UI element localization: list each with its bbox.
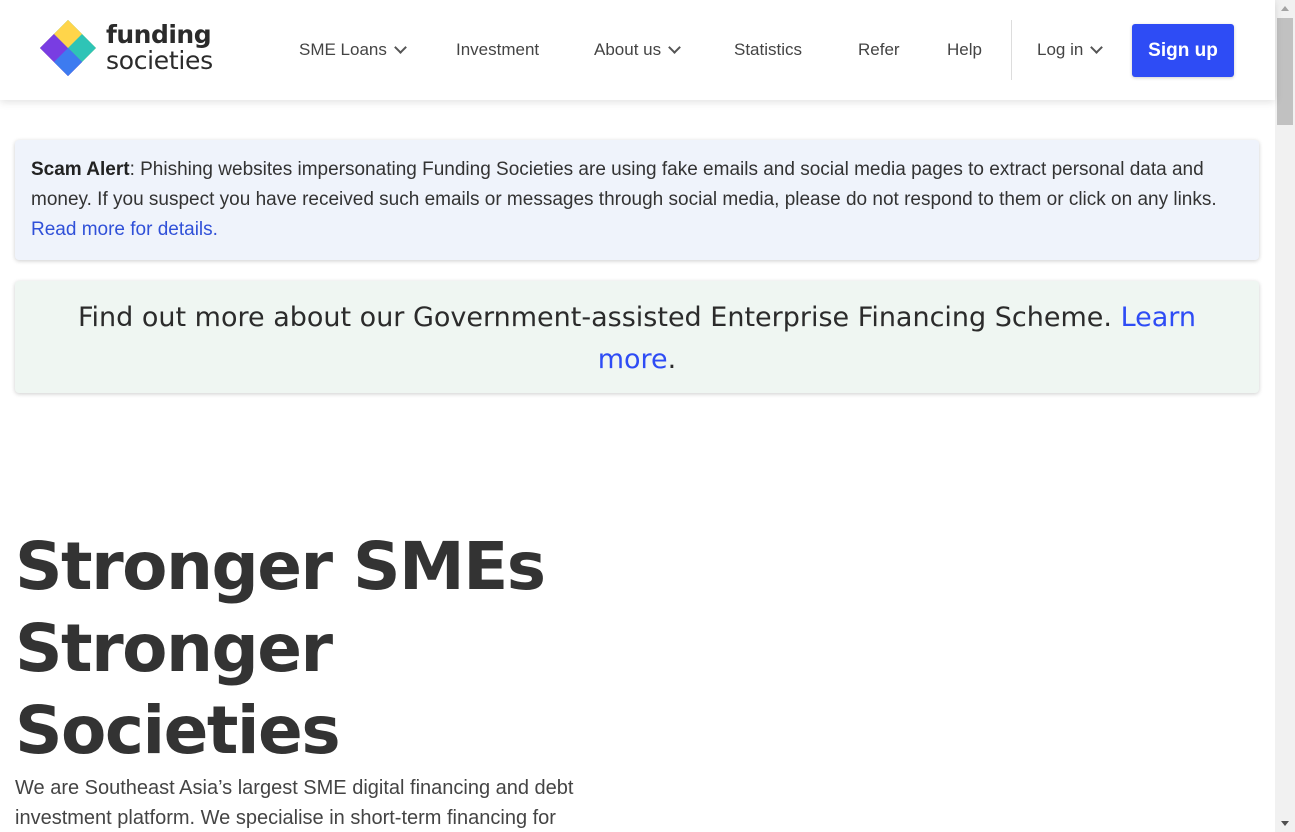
logo-word-societies: societies [106, 46, 213, 75]
login-label: Log in [1037, 40, 1084, 59]
scam-alert-title: Scam Alert [31, 159, 130, 180]
nav-help-label: Help [947, 40, 982, 59]
hero-title-line-2: Stronger [15, 610, 333, 687]
government-scheme-banner: Find out more about our Government-assis… [15, 281, 1259, 393]
nav-help[interactable]: Help [947, 38, 982, 62]
site-header: funding societies SME Loans Investment A… [0, 0, 1275, 100]
hero-title-line-1: Stronger SMEs [15, 528, 546, 605]
hero-title-line-3: Societies [15, 692, 341, 769]
gov-banner-suffix: . [667, 344, 677, 375]
scroll-down-arrow-icon[interactable] [1281, 821, 1289, 826]
logo-wordmark: funding societies [106, 22, 213, 74]
page-scrollbar[interactable] [1275, 0, 1295, 832]
hero-description: We are Southeast Asia’s largest SME digi… [15, 777, 574, 829]
chevron-down-icon [394, 41, 407, 54]
nav-statistics[interactable]: Statistics [734, 38, 802, 62]
nav-about-us-label: About us [594, 40, 662, 59]
nav-sme-loans[interactable]: SME Loans [299, 38, 407, 62]
scam-alert-body: : Phishing websites impersonating Fundin… [31, 159, 1217, 210]
nav-investment[interactable]: Investment [456, 38, 539, 62]
nav-divider [1011, 20, 1012, 80]
nav-sme-loans-label: SME Loans [299, 40, 387, 59]
scrollbar-thumb[interactable] [1277, 18, 1293, 125]
nav-refer[interactable]: Refer [858, 38, 900, 62]
login-menu[interactable]: Log in [1037, 38, 1104, 62]
scam-alert-read-more-link[interactable]: Read more for details. [31, 219, 218, 240]
chevron-down-icon [668, 41, 681, 54]
nav-investment-label: Investment [456, 40, 540, 59]
gov-banner-text: Find out more about our Government-assis… [77, 302, 1121, 333]
nav-about-us[interactable]: About us [594, 38, 681, 62]
logo-mark-icon [40, 20, 96, 76]
chevron-down-icon [1090, 41, 1104, 54]
signup-button[interactable]: Sign up [1132, 24, 1234, 77]
scam-alert-banner: Scam Alert: Phishing websites impersonat… [15, 140, 1259, 260]
nav-refer-label: Refer [858, 40, 900, 59]
scroll-up-arrow-icon[interactable] [1281, 6, 1289, 11]
nav-statistics-label: Statistics [734, 40, 803, 59]
hero-title: Stronger SMEs Stronger Societies [15, 526, 635, 772]
funding-societies-logo[interactable]: funding societies [38, 18, 218, 80]
logo-word-funding: funding [106, 20, 212, 49]
